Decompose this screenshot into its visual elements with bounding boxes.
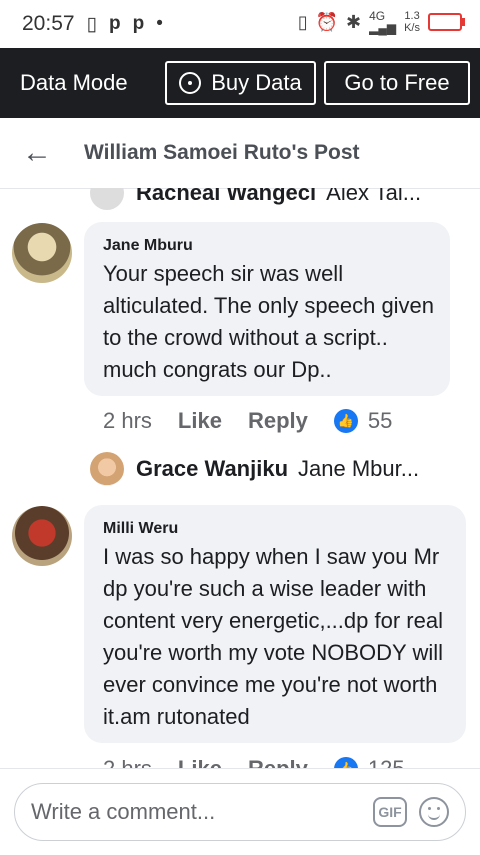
avatar xyxy=(90,188,124,210)
buy-data-label: Buy Data xyxy=(211,70,302,95)
screen-icon: ▯ xyxy=(86,13,98,35)
vibrate-icon: ▯ xyxy=(297,11,308,32)
comment-input[interactable]: Write a comment... GIF xyxy=(14,783,466,841)
back-arrow-icon[interactable]: ← xyxy=(22,136,52,170)
like-reaction-icon: 👍 xyxy=(333,409,358,433)
status-bar: 20:57 ▯ p p • ▯ ⏰ ✱ 4G ▂▄▆ 1.3 K/s xyxy=(0,0,480,48)
dot-icon: • xyxy=(156,13,163,34)
comment-composer: Write a comment... GIF xyxy=(0,768,480,855)
reaction-count[interactable]: 125 xyxy=(368,756,405,768)
signal-icon: 4G ▂▄▆ xyxy=(369,9,397,35)
network-type: 4G xyxy=(369,9,386,23)
like-button[interactable]: Like xyxy=(178,408,222,434)
page-title: William Samoei Ruto's Post xyxy=(84,141,360,164)
status-icons: ▯ ⏰ ✱ 4G ▂▄▆ 1.3 K/s xyxy=(297,9,465,35)
emoji-icon[interactable] xyxy=(419,797,449,827)
comment-actions: 2 hrs Like Reply 👍 125 xyxy=(103,756,431,768)
comment-placeholder: Write a comment... xyxy=(31,799,216,824)
comment-bubble[interactable]: Jane Mburu Your speech sir was well alti… xyxy=(84,222,450,396)
reply-button[interactable]: Reply xyxy=(248,756,308,768)
gif-icon[interactable]: GIF xyxy=(373,797,407,827)
data-mode-bar: Data Mode Buy Data Go to Free xyxy=(0,48,480,118)
comment-bubble[interactable]: Milli Weru I was so happy when I saw you… xyxy=(84,505,466,743)
reply-preview[interactable]: Racheal Wangeci Alex Tai... xyxy=(90,188,421,210)
data-mode-label: Data Mode xyxy=(20,70,128,95)
clock: 20:57 xyxy=(22,12,75,35)
comment-text: I was so happy when I saw you Mr dp you'… xyxy=(103,544,444,729)
p-icon: p xyxy=(109,13,121,34)
reply-preview[interactable]: Grace Wanjiku Jane Mbur... xyxy=(90,452,419,486)
avatar[interactable] xyxy=(12,506,72,566)
comment-actions: 2 hrs Like Reply 👍 55 xyxy=(103,408,418,434)
bluetooth-icon: ✱ xyxy=(346,11,362,32)
broadcast-icon xyxy=(179,72,202,94)
avatar xyxy=(90,452,124,486)
like-reaction-icon: 👍 xyxy=(333,757,358,768)
reply-button[interactable]: Reply xyxy=(248,408,308,434)
alarm-icon: ⏰ xyxy=(315,11,339,32)
comment-time: 2 hrs xyxy=(103,408,152,433)
comments-list[interactable]: Racheal Wangeci Alex Tai... Jane Mburu Y… xyxy=(0,188,480,768)
comment-author[interactable]: Milli Weru xyxy=(103,520,178,538)
p-icon: p xyxy=(132,13,145,34)
post-header: ← William Samoei Ruto's Post xyxy=(0,118,480,189)
comment-author[interactable]: Jane Mburu xyxy=(103,237,193,255)
go-to-free-button[interactable]: Go to Free xyxy=(324,61,470,105)
buy-data-button[interactable]: Buy Data xyxy=(165,61,316,105)
battery-icon xyxy=(428,13,465,31)
reaction-count[interactable]: 55 xyxy=(368,408,392,434)
go-to-free-label: Go to Free xyxy=(344,70,450,95)
comment-time: 2 hrs xyxy=(103,756,152,768)
like-button[interactable]: Like xyxy=(178,756,222,768)
speed-indicator: 1.3 K/s xyxy=(404,10,420,34)
comment-text: Your speech sir was well alticulated. Th… xyxy=(103,261,435,382)
avatar[interactable] xyxy=(12,223,72,283)
